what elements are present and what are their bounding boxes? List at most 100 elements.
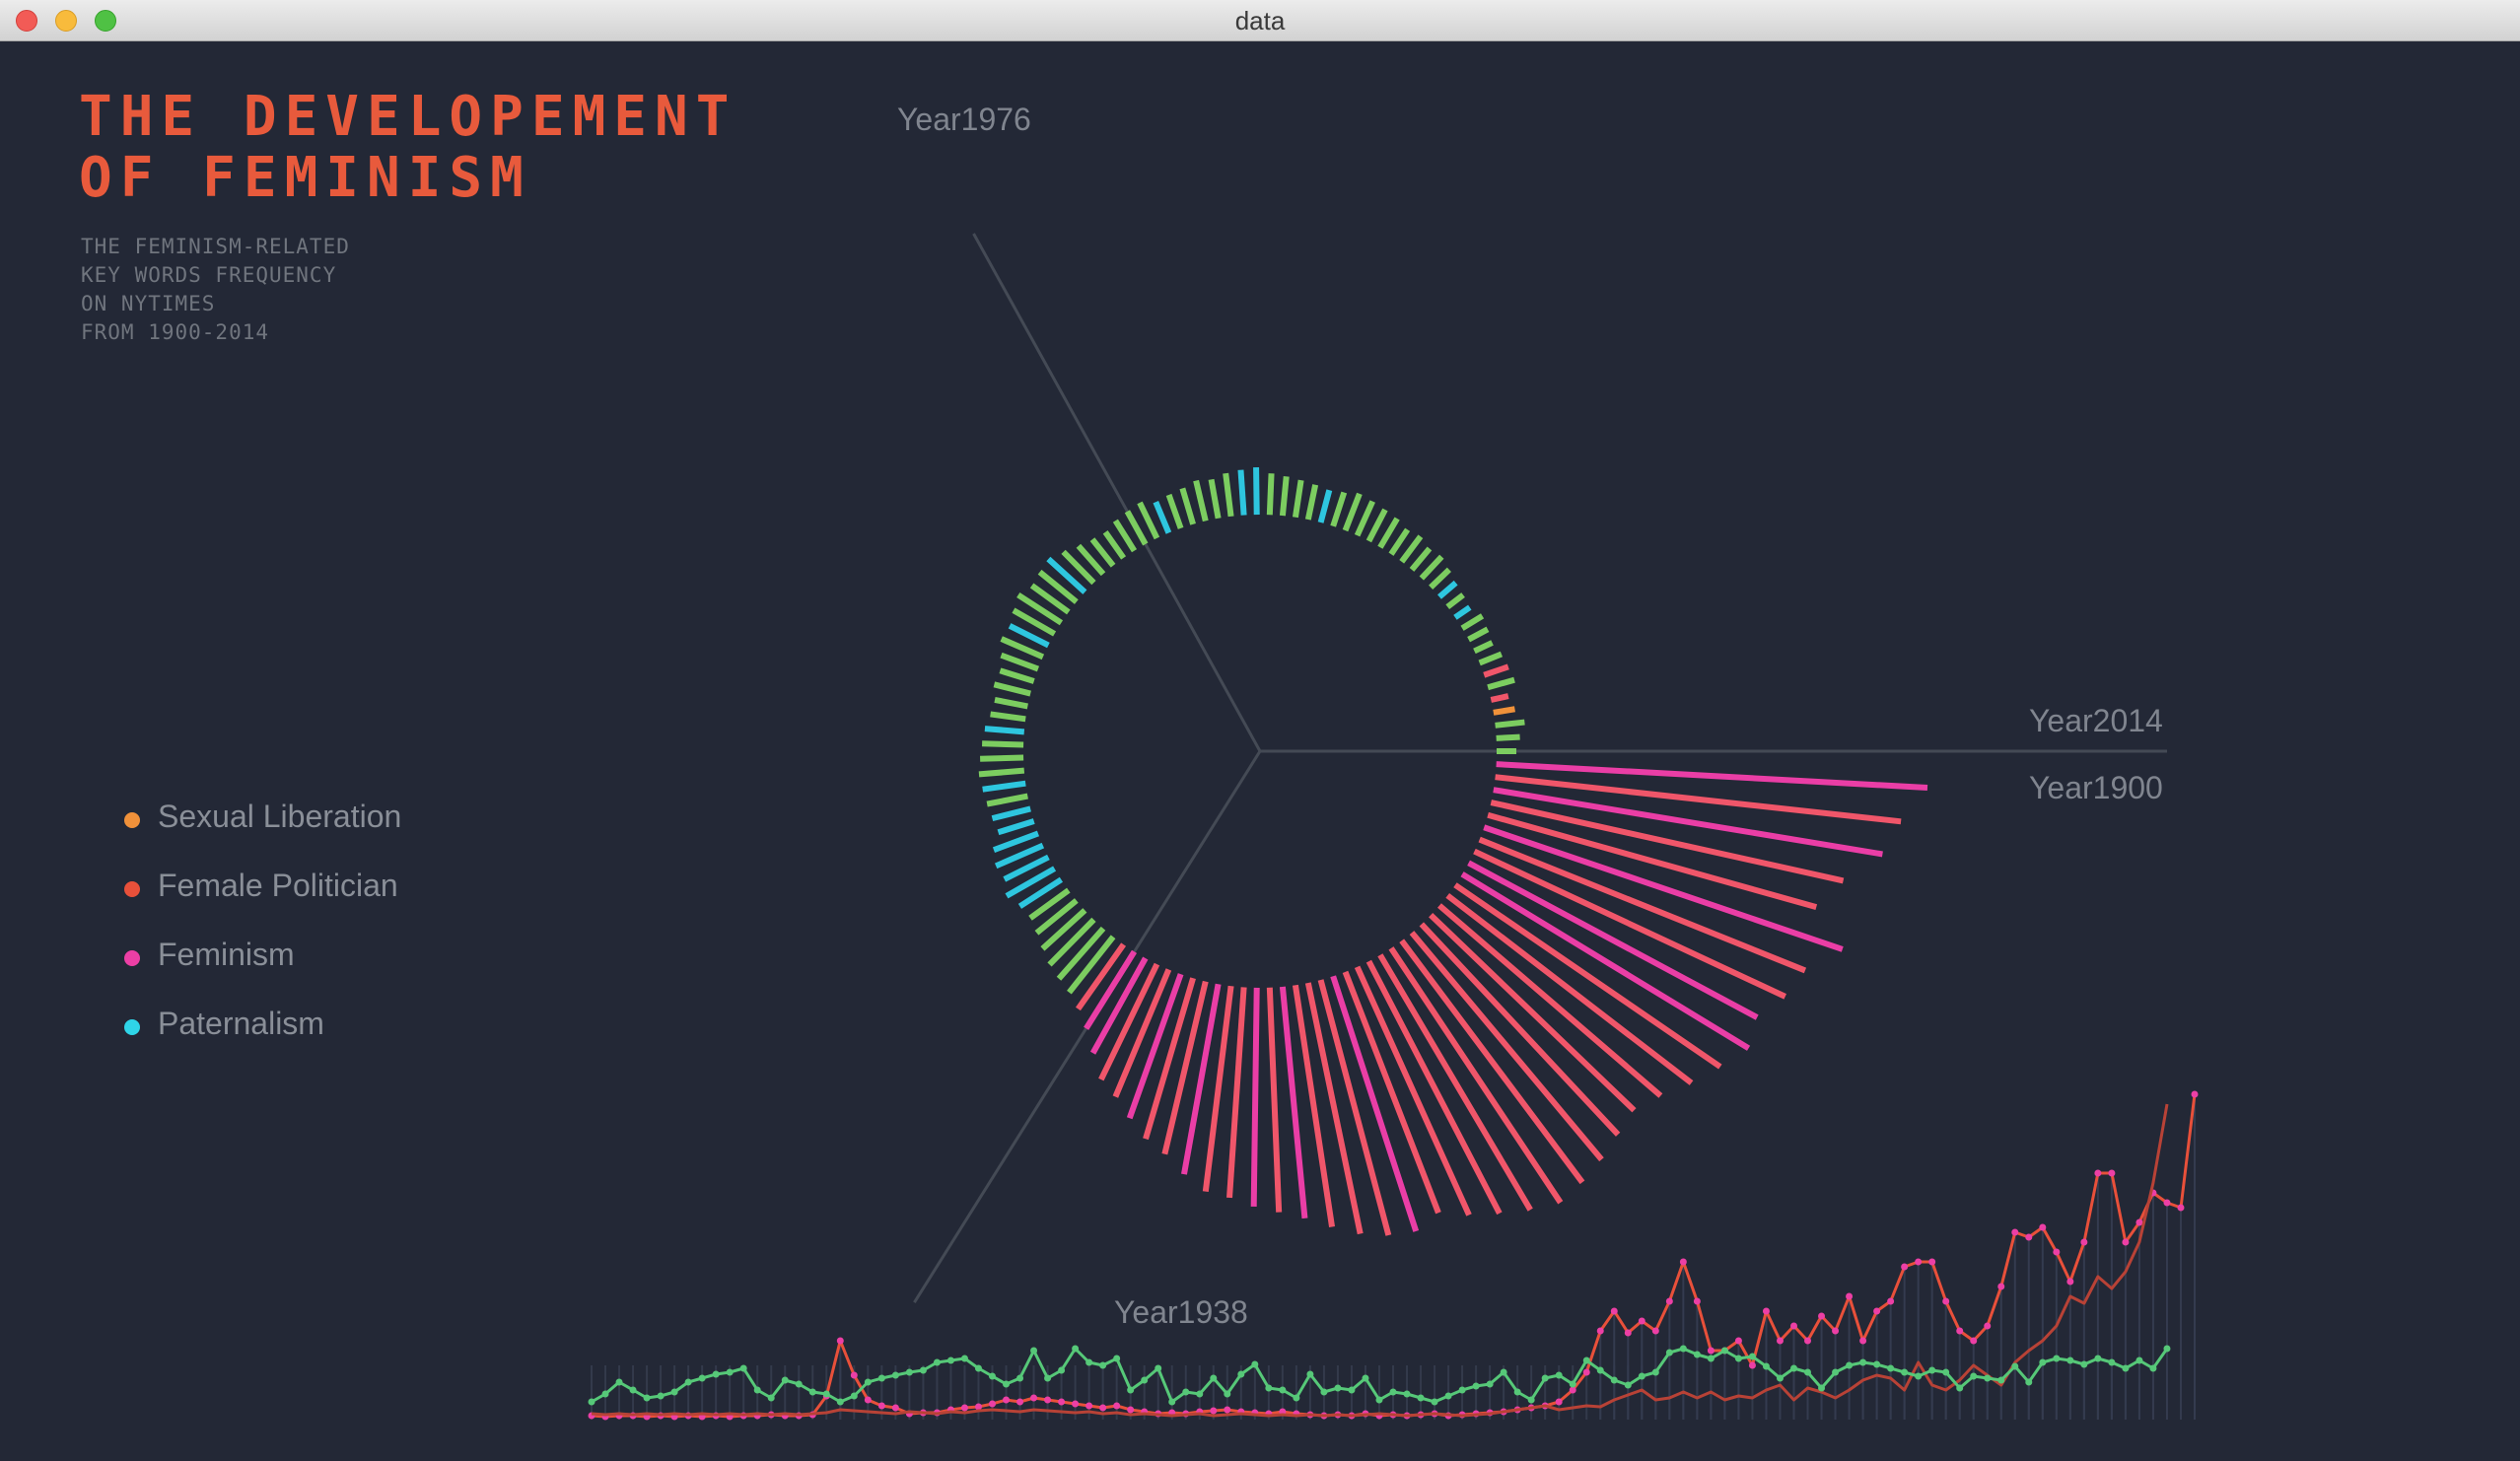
radial-bar	[1317, 489, 1333, 523]
radial-bar	[1279, 475, 1290, 517]
radial-bar	[1467, 626, 1490, 643]
radial-bar	[991, 805, 1031, 822]
series-point	[1956, 1384, 1964, 1392]
series-point	[1748, 1353, 1756, 1360]
legend-label: Female Politician	[158, 868, 398, 903]
series-point	[2122, 1364, 2130, 1372]
series-point	[1762, 1307, 1770, 1315]
series-point	[1030, 1347, 1038, 1355]
series-point	[1030, 1394, 1038, 1402]
series-point	[877, 1374, 885, 1382]
radial-bar	[1445, 592, 1465, 610]
series-point	[1210, 1407, 1218, 1415]
series-point	[1665, 1349, 1673, 1357]
series-point	[1596, 1327, 1604, 1335]
series-point	[1500, 1368, 1507, 1376]
series-point	[1155, 1364, 1162, 1372]
series-point	[698, 1374, 706, 1382]
series-point	[1072, 1345, 1080, 1353]
series-point	[864, 1396, 872, 1404]
legend-dot	[124, 812, 140, 828]
series-point	[684, 1378, 692, 1386]
series-point	[905, 1368, 913, 1376]
series-point	[2177, 1204, 2185, 1212]
radial-bar	[1483, 824, 1844, 952]
series-point	[1679, 1258, 1687, 1266]
series-point	[1072, 1400, 1080, 1408]
radial-bar	[1354, 500, 1375, 537]
series-point	[1403, 1390, 1411, 1398]
series-point	[1942, 1368, 1950, 1376]
radial-bar	[1473, 640, 1494, 655]
feminism-chart: Year2014 Year1900 Year1938 Year1976	[588, 102, 2199, 1421]
series-point	[795, 1380, 803, 1388]
series-point	[1582, 1368, 1590, 1376]
series-point	[1818, 1384, 1826, 1392]
series-point	[1016, 1374, 1024, 1382]
radial-bar	[997, 818, 1035, 836]
series-point	[1113, 1355, 1121, 1362]
series-point	[1665, 1297, 1673, 1305]
series-point	[1224, 1406, 1231, 1414]
radial-bar	[1102, 530, 1127, 560]
radial-bar	[1377, 517, 1400, 549]
radial-bar	[982, 740, 1024, 748]
series-point	[739, 1364, 747, 1372]
series-point	[1431, 1398, 1438, 1406]
radial-bar	[994, 696, 1028, 710]
series-point	[1970, 1372, 1978, 1380]
series-point	[1790, 1364, 1797, 1372]
series-point	[2191, 1090, 2199, 1098]
series-point	[767, 1394, 775, 1402]
series-point	[891, 1371, 899, 1379]
series-point	[1362, 1374, 1369, 1382]
radial-bar	[1342, 492, 1363, 532]
radial-bar	[1047, 917, 1096, 967]
series-point	[2039, 1223, 2047, 1231]
series-point	[712, 1370, 720, 1378]
series-point	[1085, 1358, 1093, 1366]
series-point	[1348, 1386, 1356, 1394]
series-point	[1873, 1360, 1881, 1368]
radial-bar	[1237, 469, 1247, 516]
series-point	[1901, 1368, 1909, 1376]
series-point	[1099, 1361, 1107, 1369]
series-point	[601, 1390, 609, 1398]
radial-bar	[1208, 478, 1222, 520]
series-point	[1956, 1327, 1964, 1335]
series-point	[1928, 1366, 1936, 1374]
series-point	[1887, 1297, 1895, 1305]
series-point	[2135, 1357, 2143, 1364]
series-point	[1569, 1380, 1576, 1388]
title-bar[interactable]: data	[0, 0, 2520, 41]
radial-bar	[1304, 484, 1319, 521]
radial-bar	[982, 780, 1026, 793]
radial-bar	[1487, 676, 1515, 691]
series-point	[2080, 1238, 2088, 1246]
series-point	[1984, 1374, 1992, 1382]
radial-bar	[993, 681, 1031, 697]
series-point	[1513, 1388, 1521, 1396]
series-point	[1444, 1392, 1452, 1400]
radial-bar	[1365, 508, 1388, 543]
series-point	[1762, 1362, 1770, 1370]
radial-bar	[1165, 493, 1184, 529]
series-point	[1058, 1398, 1066, 1406]
series-point	[1417, 1394, 1425, 1402]
radial-bar	[1000, 652, 1040, 672]
series-point	[1859, 1337, 1867, 1345]
series-point	[753, 1386, 761, 1394]
series-point	[1832, 1368, 1840, 1376]
radial-bar	[999, 667, 1035, 684]
series-point	[1016, 1398, 1024, 1406]
series-point	[1832, 1327, 1840, 1335]
series-point	[1734, 1337, 1742, 1345]
series-point	[919, 1366, 927, 1374]
series-point	[946, 1357, 954, 1364]
series-point	[629, 1386, 637, 1394]
series-point	[1224, 1390, 1231, 1398]
legend-dot	[124, 881, 140, 897]
series-point	[850, 1392, 858, 1400]
radial-bar	[1040, 908, 1087, 951]
radial-bar	[1478, 651, 1504, 666]
